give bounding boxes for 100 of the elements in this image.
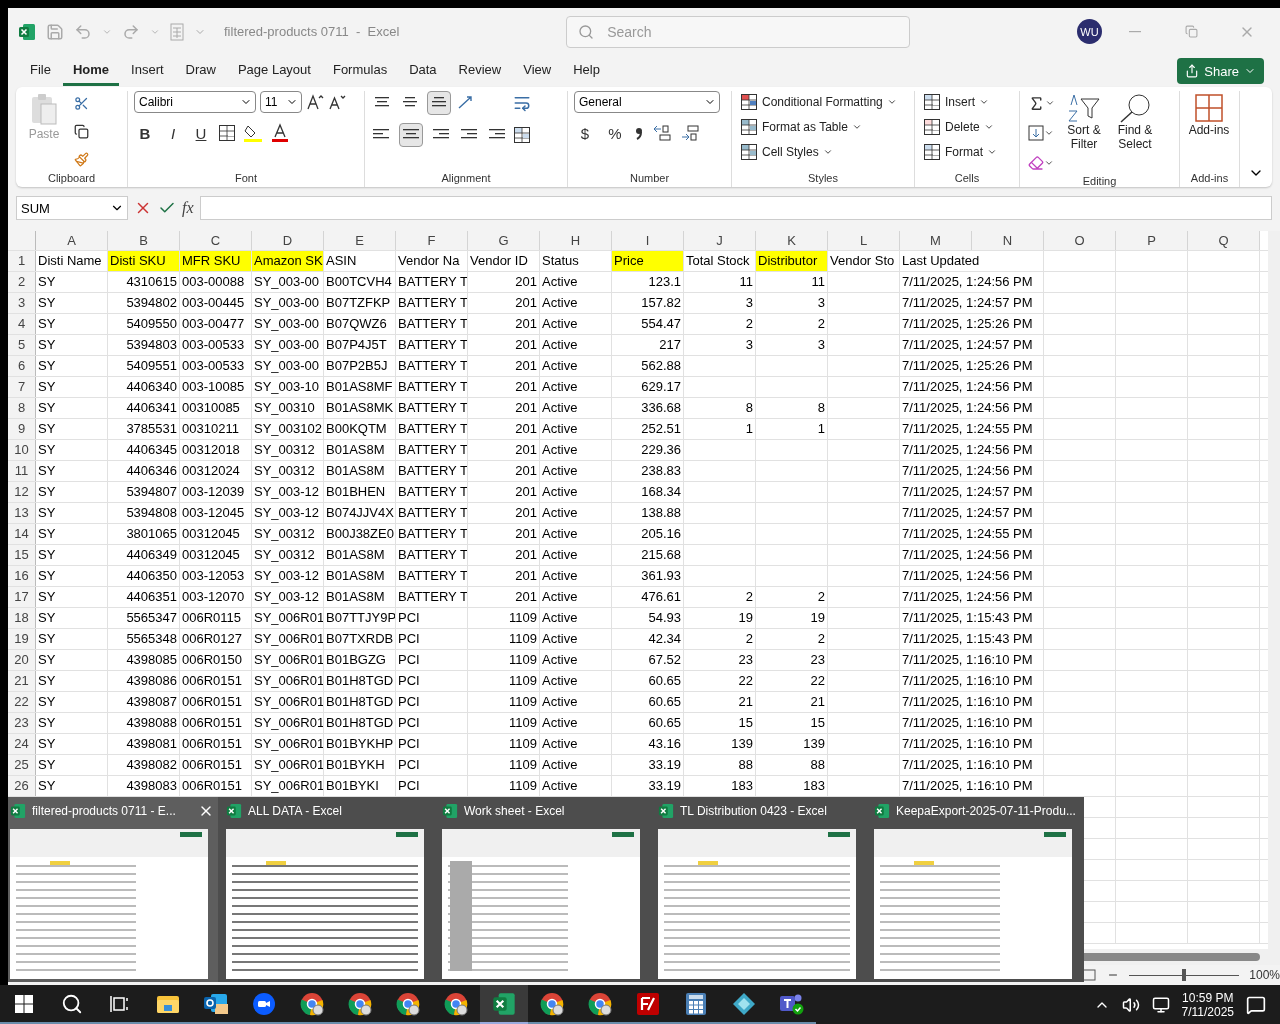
column-header[interactable]: Q: [1188, 231, 1260, 250]
center-align-button[interactable]: [399, 123, 423, 147]
menu-tab[interactable]: View: [513, 56, 562, 86]
row-header[interactable]: 26: [8, 776, 36, 796]
row-header[interactable]: 8: [8, 398, 36, 418]
row-header[interactable]: 11: [8, 461, 36, 481]
row-header[interactable]: 13: [8, 503, 36, 523]
menu-tab[interactable]: Formulas: [322, 56, 398, 86]
row-header[interactable]: 22: [8, 692, 36, 712]
notifications-icon[interactable]: [1246, 994, 1266, 1015]
zoom-level[interactable]: 100%: [1249, 968, 1280, 982]
window-preview[interactable]: Work sheet - Excel: [434, 797, 650, 982]
bold-button[interactable]: B: [134, 121, 156, 145]
row-header[interactable]: 9: [8, 419, 36, 439]
window-preview[interactable]: KeepaExport-2025-07-11-Produ...: [866, 797, 1082, 982]
row-header[interactable]: 3: [8, 293, 36, 313]
menu-tab[interactable]: Page Layout: [227, 56, 321, 86]
column-header[interactable]: L: [828, 231, 900, 250]
row-header[interactable]: 1: [8, 251, 36, 271]
row-header[interactable]: 16: [8, 566, 36, 586]
font-size-field[interactable]: 11: [260, 91, 302, 113]
increase-decimal-icon[interactable]: [652, 124, 672, 142]
column-header[interactable]: A: [36, 231, 108, 250]
window-thumbnail[interactable]: [10, 829, 208, 979]
column-header[interactable]: O: [1044, 231, 1116, 250]
clock[interactable]: 10:59 PM 7/11/2025: [1181, 990, 1234, 1019]
column-header[interactable]: G: [468, 231, 540, 250]
row-header[interactable]: 20: [8, 650, 36, 670]
row-header[interactable]: 10: [8, 440, 36, 460]
formula-field[interactable]: [199, 196, 1272, 220]
percent-button[interactable]: %: [604, 121, 626, 145]
search-field[interactable]: Search: [566, 15, 911, 48]
row-header[interactable]: 24: [8, 734, 36, 754]
row-header[interactable]: 6: [8, 356, 36, 376]
italic-button[interactable]: I: [162, 121, 184, 145]
sort-filter-button[interactable]: Sort & Filter: [1061, 91, 1107, 153]
slider-thumb[interactable]: [1182, 969, 1187, 981]
font-color-icon[interactable]: [270, 123, 290, 143]
speaker-icon[interactable]: [1121, 995, 1140, 1014]
window-thumbnail[interactable]: [658, 829, 856, 979]
currency-button[interactable]: $: [574, 121, 596, 145]
row-header[interactable]: 15: [8, 545, 36, 565]
shrink-font-icon[interactable]: [328, 93, 346, 111]
user-avatar[interactable]: WU: [1077, 19, 1102, 44]
column-header[interactable]: N: [972, 231, 1044, 250]
styles-button[interactable]: Format as Table: [738, 116, 864, 138]
column-header[interactable]: D: [252, 231, 324, 250]
window-thumbnail[interactable]: [442, 829, 640, 979]
column-header[interactable]: C: [180, 231, 252, 250]
row-header[interactable]: 5: [8, 335, 36, 355]
column-header[interactable]: F: [396, 231, 468, 250]
styles-button[interactable]: Cell Styles: [738, 141, 835, 163]
row-header[interactable]: 17: [8, 587, 36, 607]
network-icon[interactable]: [1151, 995, 1170, 1014]
menu-tab[interactable]: Draw: [175, 56, 226, 86]
row-header[interactable]: 21: [8, 671, 36, 691]
fill-color-icon[interactable]: [242, 123, 264, 143]
decrease-decimal-icon[interactable]: [680, 124, 700, 142]
window-preview[interactable]: TL Distribution 0423 - Excel: [650, 797, 866, 982]
add-ins-button[interactable]: Add-ins: [1186, 91, 1232, 139]
underline-button[interactable]: U: [190, 121, 212, 145]
window-thumbnail[interactable]: [226, 829, 424, 979]
column-header[interactable]: H: [540, 231, 612, 250]
column-header[interactable]: B: [108, 231, 180, 250]
bottom-align-button[interactable]: [427, 91, 451, 115]
window-thumbnail[interactable]: [874, 829, 1072, 979]
insert-function-button[interactable]: fx: [182, 199, 194, 217]
cells-button[interactable]: Format: [921, 141, 999, 163]
menu-tab[interactable]: Review: [448, 56, 512, 86]
grow-font-icon[interactable]: [306, 93, 324, 111]
row-header[interactable]: 18: [8, 608, 36, 628]
comma-style-icon[interactable]: [634, 125, 644, 141]
font-name-field[interactable]: Calibri: [134, 91, 256, 113]
cells-button[interactable]: Delete: [921, 116, 996, 138]
column-header[interactable]: I: [612, 231, 684, 250]
column-header[interactable]: P: [1116, 231, 1188, 250]
column-header[interactable]: M: [900, 231, 972, 250]
cells-button[interactable]: Insert: [921, 91, 991, 113]
menu-tab[interactable]: Help: [563, 56, 610, 86]
row-header[interactable]: 7: [8, 377, 36, 397]
window-preview[interactable]: filtered-products 0711 - E...: [8, 797, 218, 982]
window-preview[interactable]: ALL DATA - Excel: [218, 797, 434, 982]
name-box[interactable]: SUM: [16, 196, 128, 220]
menu-tab[interactable]: Insert: [121, 56, 174, 86]
number-format-field[interactable]: General: [574, 91, 720, 113]
row-header[interactable]: 23: [8, 713, 36, 733]
styles-button[interactable]: Conditional Formatting: [738, 91, 899, 113]
menu-tab[interactable]: Data: [399, 56, 447, 86]
column-header[interactable]: E: [324, 231, 396, 250]
row-header[interactable]: 14: [8, 524, 36, 544]
row-header[interactable]: 4: [8, 314, 36, 334]
column-header[interactable]: K: [756, 231, 828, 250]
row-header[interactable]: 12: [8, 482, 36, 502]
share-button[interactable]: Share: [1177, 58, 1264, 84]
row-header[interactable]: 19: [8, 629, 36, 649]
find-select-button[interactable]: Find & Select: [1111, 91, 1159, 153]
row-header[interactable]: 2: [8, 272, 36, 292]
menu-tab[interactable]: File: [20, 56, 61, 86]
column-header[interactable]: J: [684, 231, 756, 250]
borders-icon[interactable]: [218, 124, 236, 142]
